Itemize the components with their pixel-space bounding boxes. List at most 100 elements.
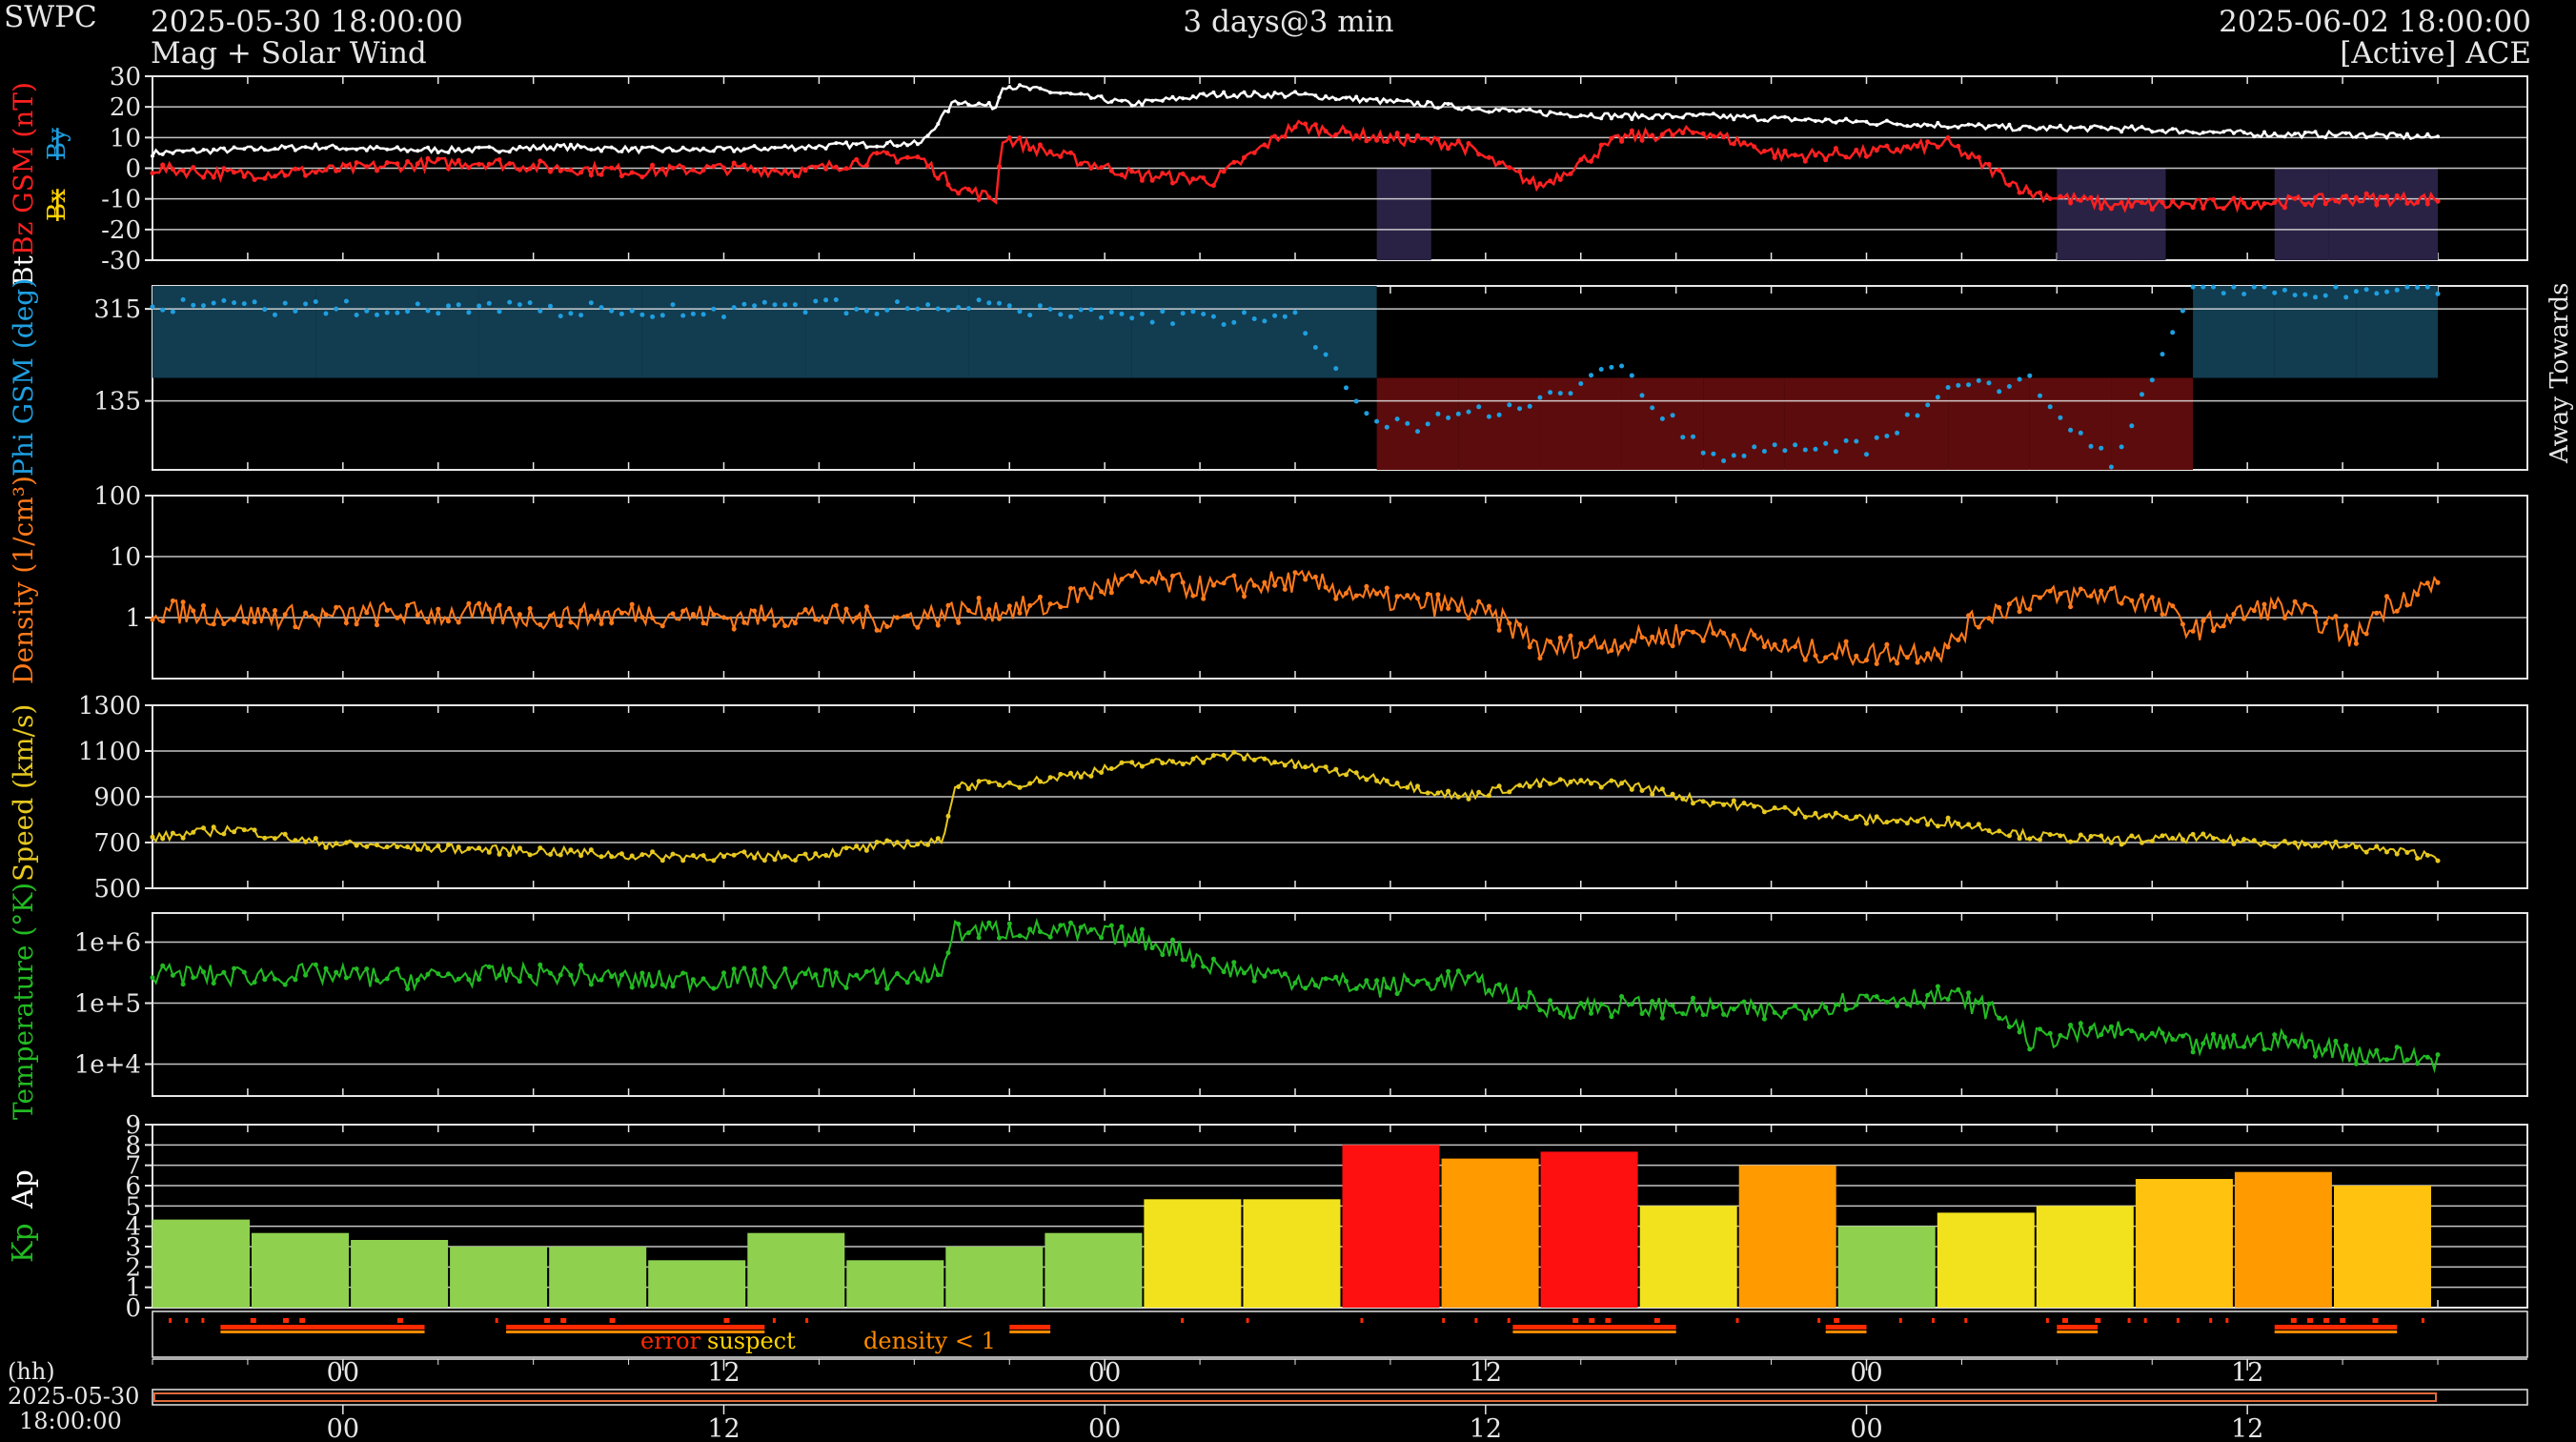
- bz-point: [2343, 193, 2349, 199]
- bz-point: [1099, 165, 1105, 171]
- bz-point: [721, 165, 726, 171]
- bt-point: [1569, 114, 1572, 119]
- bz-point: [1680, 131, 1686, 135]
- bt-point: [1537, 109, 1542, 113]
- flag-mark: [185, 1318, 189, 1323]
- bt-point: [1018, 83, 1022, 88]
- bz-point: [1761, 149, 1767, 153]
- speed-point: [1557, 777, 1563, 782]
- density-point: [2343, 623, 2349, 629]
- temperature-point: [2262, 1046, 2267, 1052]
- bt-point: [232, 145, 236, 150]
- temperature-point: [2078, 1021, 2083, 1026]
- temperature-point: [1394, 991, 1400, 997]
- phi-point: [1262, 318, 1268, 324]
- bz-point: [486, 161, 492, 167]
- bz-point: [843, 166, 849, 172]
- temperature-point: [854, 972, 860, 978]
- temperature-point: [415, 977, 420, 983]
- bt-point: [2241, 131, 2246, 134]
- speed-point: [2251, 838, 2257, 843]
- speed-point: [241, 827, 247, 833]
- temperature-point: [1251, 978, 1257, 984]
- mag-ytick-label: 0: [125, 155, 141, 184]
- flag-mark: [169, 1318, 172, 1323]
- density-point: [895, 615, 900, 620]
- temperature-point: [1517, 1005, 1522, 1011]
- density-point: [1242, 594, 1247, 599]
- temperature-point: [752, 967, 758, 972]
- bt-point: [1374, 96, 1379, 101]
- phi-point: [1895, 430, 1900, 436]
- density-point: [823, 619, 829, 625]
- density-point: [1333, 596, 1339, 601]
- bt-point: [2160, 129, 2164, 133]
- temperature-point: [2384, 1057, 2389, 1063]
- bz-point: [1598, 142, 1604, 148]
- speed-point: [1598, 784, 1604, 790]
- temperature-point: [527, 973, 533, 979]
- speed-axis-label: Speed (km/s): [8, 704, 39, 882]
- bz-point: [895, 159, 900, 165]
- bt-point: [324, 146, 328, 151]
- phi-point: [1405, 420, 1410, 426]
- temperature-point: [1568, 1015, 1573, 1021]
- speed-point: [2302, 842, 2308, 847]
- flag-mark: [2062, 1318, 2068, 1323]
- density-point: [1507, 620, 1512, 626]
- temperature-ytick-label: 1e+6: [74, 929, 141, 958]
- phi-point: [273, 312, 277, 317]
- kp-bar: [846, 1260, 944, 1308]
- temperature-point: [323, 965, 329, 971]
- temperature-point: [2322, 1046, 2328, 1052]
- temperature-point: [1639, 1011, 1645, 1017]
- speed-point: [1537, 782, 1543, 788]
- density-point: [659, 623, 665, 629]
- bt-point: [2211, 130, 2216, 134]
- temperature-point: [354, 966, 359, 972]
- temperature-point: [1180, 957, 1186, 963]
- flag-mark: [250, 1318, 256, 1323]
- temperature-point: [1864, 993, 1869, 999]
- density-point: [2262, 601, 2267, 607]
- speed-point: [1548, 781, 1553, 786]
- temperature-point: [1711, 1005, 1716, 1010]
- speed-point: [915, 842, 921, 847]
- density-point: [1210, 582, 1216, 588]
- temperature-point: [1935, 984, 1940, 989]
- speed-point: [997, 782, 1002, 788]
- flag-mark: [2340, 1318, 2346, 1323]
- flag-row: [152, 1310, 2528, 1358]
- temperature-point: [1956, 986, 1961, 992]
- phi-point: [792, 302, 798, 308]
- phi-point: [629, 308, 635, 314]
- density-point: [1986, 616, 1992, 621]
- density-point: [1650, 634, 1655, 640]
- bz-point: [629, 170, 635, 175]
- density-panel-frame: [152, 495, 2528, 680]
- bz-point: [1292, 124, 1298, 130]
- temperature-point: [1966, 990, 1972, 996]
- phi-point: [1486, 414, 1491, 419]
- phi-point: [507, 299, 513, 305]
- phi-point: [1394, 416, 1400, 422]
- phi-point: [160, 307, 166, 313]
- bz-point: [1068, 150, 1073, 155]
- phi-point: [1915, 413, 1920, 418]
- density-point: [1935, 652, 1940, 658]
- density-ytick-label: 10: [110, 543, 141, 572]
- phi-away-shade: [805, 286, 969, 378]
- speed-point: [1221, 753, 1227, 758]
- bz-point: [1731, 141, 1736, 147]
- phi-point: [1568, 391, 1573, 396]
- temperature-point: [1119, 924, 1125, 929]
- bt-point: [2395, 133, 2400, 137]
- density-point: [1782, 639, 1788, 644]
- temperature-point: [2302, 1044, 2308, 1049]
- bt-point: [2129, 124, 2134, 129]
- flag-density-band: [1512, 1330, 1676, 1333]
- speed-point: [1945, 815, 1951, 821]
- bt-point: [303, 145, 308, 150]
- temperature-point: [303, 972, 309, 978]
- speed-point: [425, 845, 431, 851]
